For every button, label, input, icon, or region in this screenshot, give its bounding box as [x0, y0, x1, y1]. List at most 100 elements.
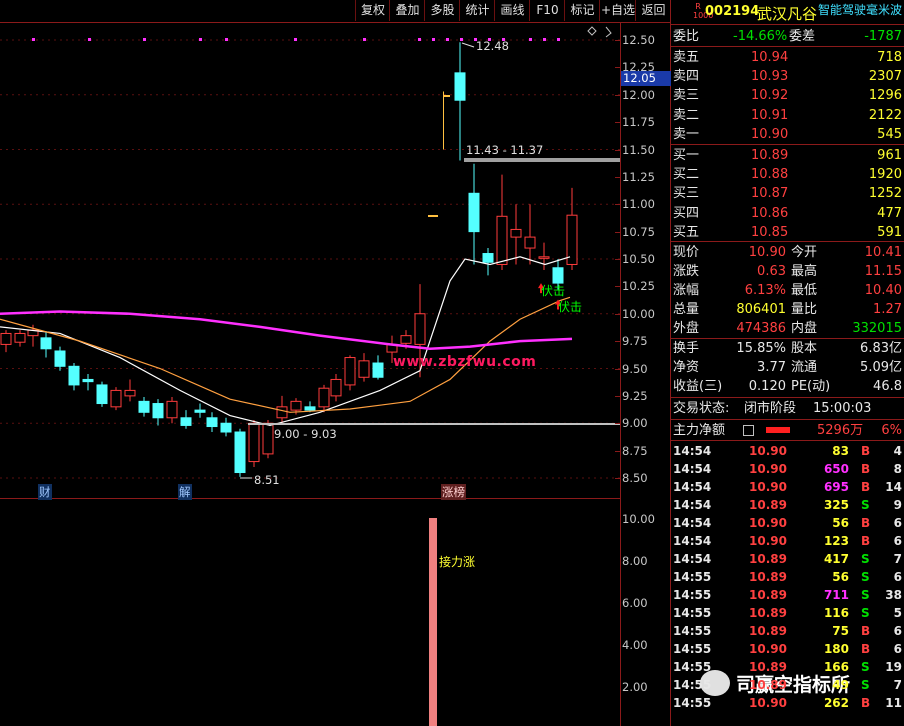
candle-body[interactable]	[82, 378, 94, 383]
weibi-label: 委比	[673, 29, 700, 44]
candle-body[interactable]	[40, 337, 52, 350]
statistics-button[interactable]: 统计	[459, 0, 495, 21]
fundamental-value: 6.83亿	[860, 341, 902, 356]
tick-volume: 711	[823, 588, 849, 602]
candle-body[interactable]	[276, 406, 288, 419]
trade-status-label: 交易状态:	[673, 401, 730, 416]
price-mark	[428, 215, 438, 217]
event-tag-limitup[interactable]: 涨榜	[441, 484, 466, 500]
candle-body[interactable]	[510, 228, 522, 238]
stock-code[interactable]: 002194	[705, 4, 759, 19]
candle-body[interactable]	[152, 403, 164, 419]
candle-body[interactable]	[96, 384, 108, 405]
candle-body[interactable]	[68, 365, 80, 386]
candle-body[interactable]	[54, 350, 66, 367]
multi-stock-button[interactable]: 多股	[424, 0, 460, 21]
sell-volume: 2122	[868, 107, 902, 123]
buy-price: 10.89	[751, 148, 789, 163]
signal-dot	[460, 38, 463, 41]
tick-time: 14:54	[673, 444, 712, 458]
candle-body[interactable]	[194, 409, 206, 413]
mark-button[interactable]: 标记	[564, 0, 600, 21]
buy-volume: 961	[877, 148, 902, 163]
buy-label: 买二	[673, 167, 700, 183]
tick-time: 14:54	[673, 480, 712, 494]
sell-row[interactable]: 卖一 10.90 545	[671, 125, 904, 144]
sell-row[interactable]: 卖四 10.93 2307	[671, 67, 904, 86]
tick-volume: 75	[832, 624, 849, 638]
main-net-row[interactable]: 主力净额 5296万 6%	[671, 421, 904, 440]
ma-short-line	[0, 256, 571, 427]
candle-body[interactable]	[124, 389, 136, 397]
candle-body[interactable]	[482, 253, 494, 263]
candle-body[interactable]	[400, 335, 412, 344]
quote-row: 现价 10.90 今开 10.41	[671, 243, 904, 262]
candle-body[interactable]	[14, 332, 26, 343]
candle-body[interactable]	[262, 422, 274, 455]
sell-label: 卖一	[673, 126, 700, 142]
indicator-tick: 6.00	[622, 596, 648, 610]
add-watchlist-button[interactable]: +自选	[599, 0, 636, 21]
candle-body[interactable]	[304, 406, 316, 411]
watermark-text: www.zbzfwu.com	[393, 354, 537, 370]
price-tick: 11.00	[622, 197, 655, 212]
f10-button[interactable]: F10	[529, 0, 565, 21]
candle-body[interactable]	[330, 378, 342, 397]
back-button[interactable]: 返回	[635, 0, 671, 21]
candle-body[interactable]	[372, 362, 384, 378]
candle-body[interactable]	[496, 215, 508, 265]
fuquan-button[interactable]: 复权	[355, 0, 390, 21]
sell-label: 卖五	[673, 50, 700, 65]
sell-row[interactable]: 卖三 10.92 1296	[671, 86, 904, 105]
draw-line-button[interactable]: 画线	[494, 0, 530, 21]
quote-label: 今开	[791, 245, 818, 260]
buy-row[interactable]: 买五 10.85 591	[671, 223, 904, 242]
candle-body[interactable]	[206, 417, 218, 428]
tick-time: 14:54	[673, 534, 712, 548]
signal-dot	[446, 38, 449, 41]
quote-value: 11.15	[864, 264, 902, 279]
sell-row[interactable]: 卖五 10.94 718	[671, 48, 904, 67]
candle-body[interactable]	[138, 400, 150, 413]
candle-body[interactable]	[0, 332, 12, 345]
tick-count: 7	[893, 552, 902, 566]
candle-body[interactable]	[290, 400, 302, 411]
signal-dot	[143, 38, 146, 41]
weicha-value: -1787	[864, 29, 902, 44]
tick-row: 14:54 10.90 56 B 6	[671, 514, 904, 532]
tick-mark	[615, 94, 620, 96]
candle-body[interactable]	[110, 389, 122, 408]
candle-body[interactable]	[166, 400, 178, 419]
event-tag-unlock[interactable]: 解	[178, 484, 192, 500]
candle-body[interactable]	[234, 431, 246, 474]
candle-body[interactable]	[524, 236, 536, 249]
stock-name[interactable]: 武汉凡谷	[757, 3, 817, 24]
candle-body[interactable]	[468, 192, 480, 233]
signal-dot	[418, 38, 421, 41]
candle-body[interactable]	[220, 422, 232, 433]
buy-row[interactable]: 买一 10.89 961	[671, 146, 904, 165]
axis-divider	[620, 22, 621, 726]
event-tag-finance[interactable]: 财	[38, 484, 52, 500]
overlay-button[interactable]: 叠加	[389, 0, 425, 21]
buy-row[interactable]: 买四 10.86 477	[671, 204, 904, 223]
candle-body[interactable]	[344, 357, 356, 386]
candle-body[interactable]	[414, 313, 426, 345]
fundamental-value: 46.8	[873, 379, 902, 394]
buy-row[interactable]: 买三 10.87 1252	[671, 184, 904, 203]
tick-time: 14:55	[673, 588, 712, 602]
stock-concept[interactable]: 智能驾驶毫米波	[818, 1, 902, 18]
candle-body[interactable]	[180, 417, 192, 426]
buy-row[interactable]: 买二 10.88 1920	[671, 165, 904, 184]
tick-time: 14:54	[673, 498, 712, 512]
candle-body[interactable]	[552, 267, 564, 284]
signal-dot	[432, 38, 435, 41]
signal-dot	[225, 38, 228, 41]
candle-body[interactable]	[454, 72, 466, 101]
sell-row[interactable]: 卖二 10.91 2122	[671, 106, 904, 125]
candle-body[interactable]	[248, 422, 260, 463]
candle-body[interactable]	[318, 387, 330, 408]
fundamental-value: 3.77	[757, 360, 786, 375]
candle-body[interactable]	[538, 256, 550, 259]
candle-body[interactable]	[358, 360, 370, 378]
